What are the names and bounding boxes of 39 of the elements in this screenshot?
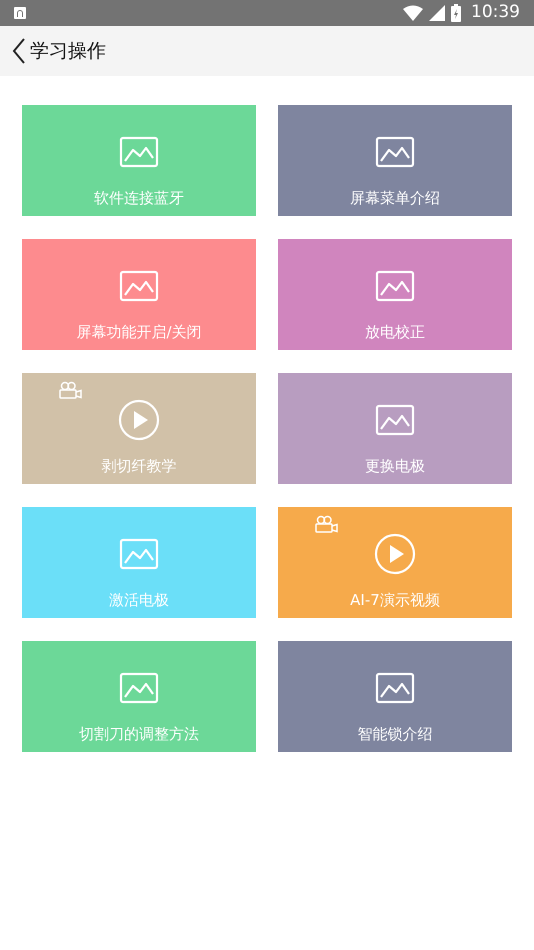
video-camera-icon [59,381,83,399]
lesson-tile[interactable]: 智能锁介绍 [278,641,512,752]
tile-label: 智能锁介绍 [358,724,432,745]
tile-label: 剥切纤教学 [102,456,176,477]
notification-icon [14,7,26,19]
back-button[interactable] [12,38,26,64]
image-icon [375,404,415,436]
play-icon [118,399,160,441]
tile-label: 放电校正 [365,322,425,343]
lesson-tile[interactable]: AI-7演示视频 [278,507,512,618]
lesson-tile[interactable]: 切割刀的调整方法 [22,641,256,752]
status-time: 10:39 [471,1,520,24]
video-camera-icon [315,515,339,533]
signal-icon [429,5,445,21]
image-icon [119,270,159,302]
tile-label: 更换电极 [365,456,425,477]
image-icon [119,672,159,704]
battery-icon [451,4,461,22]
tile-label: 切割刀的调整方法 [79,724,199,745]
lesson-tile[interactable]: 软件连接蓝牙 [22,105,256,216]
lesson-tile[interactable]: 激活电极 [22,507,256,618]
image-icon [375,136,415,168]
image-icon [375,672,415,704]
lesson-tile[interactable]: 屏幕功能开启/关闭 [22,239,256,350]
tile-label: 激活电极 [109,590,169,611]
image-icon [375,270,415,302]
lesson-tile[interactable]: 剥切纤教学 [22,373,256,484]
tile-label: 屏幕功能开启/关闭 [76,322,202,343]
lesson-tile[interactable]: 放电校正 [278,239,512,350]
image-icon [119,538,159,570]
play-icon [374,533,416,575]
image-icon [119,136,159,168]
tile-label: AI-7演示视频 [350,590,440,611]
lesson-tile[interactable]: 更换电极 [278,373,512,484]
lesson-tile[interactable]: 屏幕菜单介绍 [278,105,512,216]
wifi-icon [403,5,423,21]
tile-label: 屏幕菜单介绍 [350,188,440,209]
page-title: 学习操作 [30,38,106,64]
tile-label: 软件连接蓝牙 [94,188,184,209]
